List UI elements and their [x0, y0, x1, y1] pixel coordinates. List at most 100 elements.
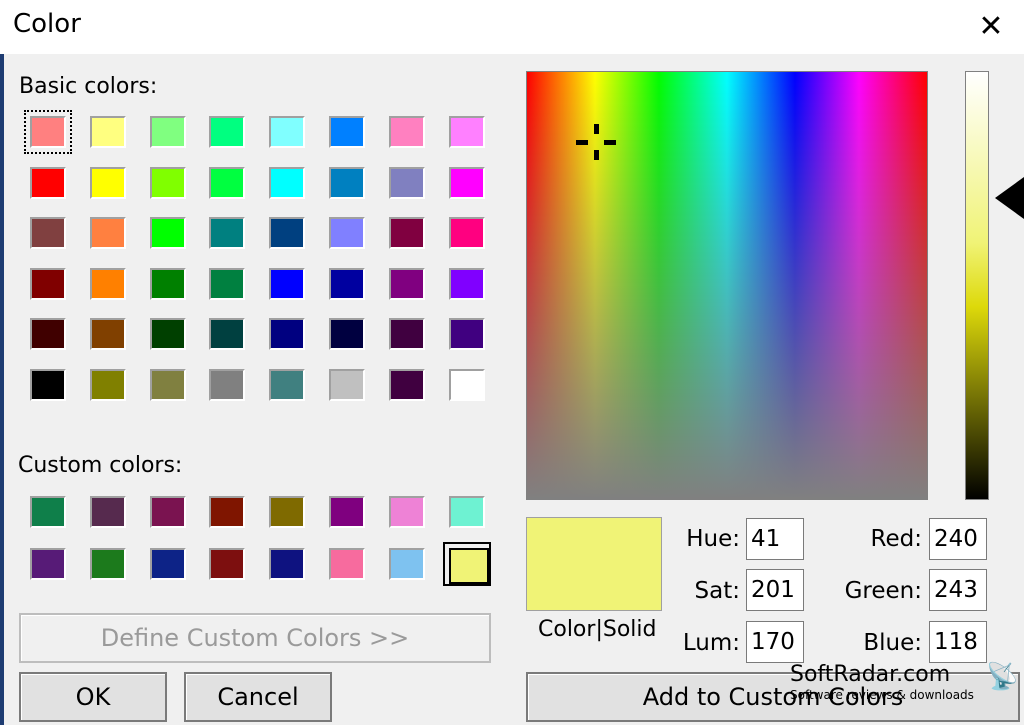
- basic-color-swatch-color: [209, 318, 246, 351]
- basic-color-swatch[interactable]: [83, 261, 132, 306]
- lum-field[interactable]: 170: [746, 621, 804, 663]
- color-solid-label: Color|Solid: [538, 617, 657, 642]
- green-field[interactable]: 243: [929, 569, 987, 611]
- basic-color-swatch[interactable]: [382, 312, 431, 357]
- basic-color-swatch[interactable]: [382, 261, 431, 306]
- basic-color-swatch-color: [269, 217, 306, 250]
- basic-color-swatch-color: [388, 116, 425, 148]
- basic-color-swatch[interactable]: [442, 110, 491, 154]
- custom-color-swatch-color: [388, 548, 425, 580]
- basic-color-swatch[interactable]: [382, 363, 431, 407]
- basic-color-swatch[interactable]: [323, 160, 371, 205]
- basic-color-swatch[interactable]: [24, 160, 72, 205]
- basic-color-swatch-color: [329, 369, 365, 401]
- basic-color-swatch[interactable]: [24, 110, 72, 154]
- custom-color-swatch[interactable]: [83, 490, 132, 534]
- ok-button[interactable]: OK: [19, 672, 167, 722]
- basic-color-swatch[interactable]: [24, 363, 72, 407]
- blue-field[interactable]: 118: [929, 621, 987, 663]
- basic-color-swatch[interactable]: [83, 312, 132, 357]
- basic-color-swatch[interactable]: [263, 211, 312, 256]
- basic-color-swatch[interactable]: [24, 312, 72, 357]
- custom-color-swatch[interactable]: [83, 542, 132, 586]
- basic-color-swatch[interactable]: [203, 110, 252, 154]
- basic-colors-label: Basic colors:: [19, 74, 158, 99]
- basic-color-swatch-color: [149, 116, 186, 148]
- custom-color-swatch-color: [269, 548, 306, 580]
- basic-color-swatch[interactable]: [203, 261, 252, 306]
- sat-label: Sat:: [694, 578, 740, 604]
- basic-color-swatch[interactable]: [83, 160, 132, 205]
- basic-color-swatch[interactable]: [83, 110, 132, 154]
- basic-color-swatch[interactable]: [442, 261, 491, 306]
- watermark: SoftRadar.com Software reviews & downloa…: [790, 662, 1022, 704]
- basic-color-swatch[interactable]: [323, 110, 371, 154]
- basic-color-swatch-color: [30, 116, 66, 148]
- custom-color-swatch[interactable]: [24, 542, 72, 586]
- basic-color-swatch[interactable]: [323, 312, 371, 357]
- basic-color-swatch[interactable]: [442, 312, 491, 357]
- basic-color-swatch[interactable]: [263, 110, 312, 154]
- basic-color-swatch[interactable]: [143, 312, 192, 357]
- basic-color-swatch-color: [89, 369, 126, 401]
- custom-color-swatch[interactable]: [263, 490, 312, 534]
- basic-color-swatch[interactable]: [263, 160, 312, 205]
- custom-color-swatch[interactable]: [203, 490, 252, 534]
- custom-color-swatch[interactable]: [382, 490, 431, 534]
- define-custom-colors-button[interactable]: Define Custom Colors >>: [19, 613, 491, 663]
- basic-color-swatch[interactable]: [143, 261, 192, 306]
- red-field[interactable]: 240: [929, 518, 987, 560]
- custom-color-swatch[interactable]: [442, 490, 491, 534]
- basic-color-swatch-color: [388, 369, 425, 401]
- custom-color-swatch-color: [269, 496, 306, 528]
- basic-color-swatch[interactable]: [203, 312, 252, 357]
- basic-color-swatch[interactable]: [263, 363, 312, 407]
- basic-color-swatch[interactable]: [24, 261, 72, 306]
- cancel-button[interactable]: Cancel: [184, 672, 332, 722]
- basic-color-swatch-color: [149, 318, 186, 351]
- custom-color-swatch[interactable]: [442, 542, 491, 586]
- basic-color-swatch-color: [329, 166, 365, 199]
- custom-color-swatch[interactable]: [323, 542, 371, 586]
- basic-color-swatch[interactable]: [263, 312, 312, 357]
- close-icon[interactable]: ✕: [968, 4, 1014, 48]
- custom-color-swatch[interactable]: [323, 490, 371, 534]
- basic-color-swatch[interactable]: [442, 211, 491, 256]
- basic-color-swatch-color: [269, 318, 306, 351]
- custom-color-swatch[interactable]: [382, 542, 431, 586]
- basic-color-swatch-color: [209, 217, 246, 250]
- basic-color-swatch[interactable]: [382, 160, 431, 205]
- basic-color-swatch[interactable]: [143, 160, 192, 205]
- basic-color-swatch-color: [329, 267, 365, 300]
- basic-color-swatch[interactable]: [143, 211, 192, 256]
- hue-field[interactable]: 41: [746, 518, 804, 560]
- basic-color-swatch[interactable]: [323, 211, 371, 256]
- basic-color-swatch[interactable]: [203, 211, 252, 256]
- basic-color-swatch-color: [30, 369, 66, 401]
- custom-color-swatch[interactable]: [24, 490, 72, 534]
- basic-color-swatch[interactable]: [382, 211, 431, 256]
- basic-color-swatch-color: [89, 318, 126, 351]
- basic-color-swatch[interactable]: [83, 363, 132, 407]
- basic-color-swatch[interactable]: [143, 363, 192, 407]
- basic-color-swatch[interactable]: [143, 110, 192, 154]
- basic-color-swatch[interactable]: [83, 211, 132, 256]
- luminosity-arrow-icon[interactable]: [995, 177, 1024, 219]
- basic-color-swatch[interactable]: [323, 261, 371, 306]
- basic-color-swatch[interactable]: [323, 363, 371, 407]
- basic-color-swatch[interactable]: [263, 261, 312, 306]
- basic-color-swatch[interactable]: [382, 110, 431, 154]
- custom-color-swatch[interactable]: [203, 542, 252, 586]
- custom-color-swatch-color: [329, 496, 365, 528]
- basic-color-swatch[interactable]: [442, 363, 491, 407]
- basic-color-swatch[interactable]: [203, 160, 252, 205]
- custom-color-swatch[interactable]: [263, 542, 312, 586]
- custom-color-swatch[interactable]: [143, 542, 192, 586]
- basic-color-swatch[interactable]: [24, 211, 72, 256]
- custom-colors-label: Custom colors:: [18, 453, 183, 478]
- basic-color-swatch[interactable]: [203, 363, 252, 407]
- custom-color-swatch[interactable]: [143, 490, 192, 534]
- basic-color-swatch[interactable]: [442, 160, 491, 205]
- sat-field[interactable]: 201: [746, 569, 804, 611]
- luminosity-slider[interactable]: [965, 71, 989, 500]
